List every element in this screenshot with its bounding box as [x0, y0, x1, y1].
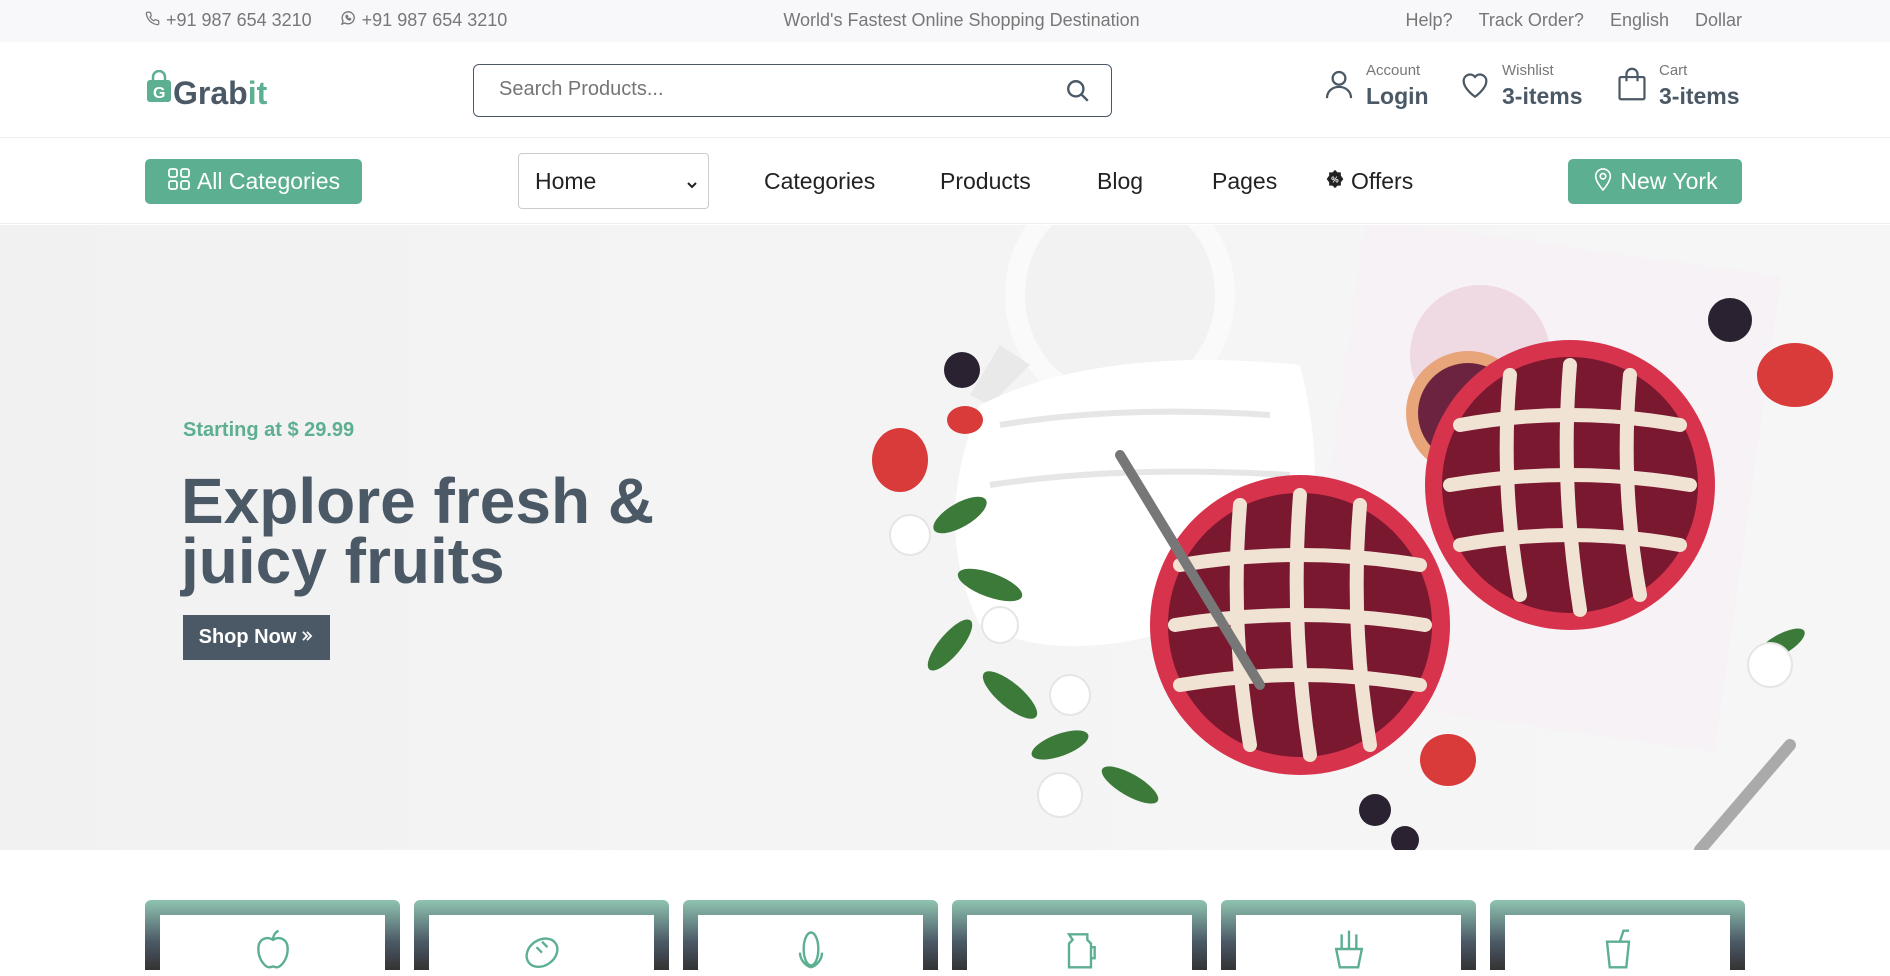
shop-now-button[interactable]: Shop Now: [183, 615, 330, 660]
category-card[interactable]: [145, 900, 400, 970]
hero-subtitle: Starting at $ 29.99: [183, 419, 355, 441]
nav-categories[interactable]: Categories: [764, 168, 875, 195]
category-card[interactable]: [1490, 900, 1745, 970]
header: G Grabit Account Login Wishlist 3-items: [0, 42, 1890, 138]
login-label: Login: [1366, 83, 1429, 109]
nav-blog[interactable]: Blog: [1097, 168, 1143, 195]
corn-icon: [785, 927, 837, 970]
logo-text-main: Grab: [173, 75, 248, 111]
language-selector[interactable]: English: [1610, 10, 1669, 31]
bread-icon: [516, 927, 568, 970]
double-chevron-right-icon: [300, 626, 314, 649]
drink-icon: [1592, 927, 1644, 970]
nav-offers[interactable]: % Offers: [1325, 168, 1413, 195]
snack-icon: [1323, 927, 1375, 970]
home-select[interactable]: Home: [518, 153, 709, 209]
wishlist-count: 3-items: [1502, 83, 1583, 109]
category-card[interactable]: [952, 900, 1207, 970]
search-box: [473, 64, 1112, 117]
chevron-down-icon: [684, 172, 700, 199]
location-pin-icon: [1592, 166, 1614, 198]
category-cards: [145, 900, 1745, 970]
track-order-link[interactable]: Track Order?: [1479, 10, 1584, 31]
location-label: New York: [1620, 168, 1718, 194]
wishlist-link[interactable]: Wishlist 3-items: [1458, 62, 1583, 110]
shop-now-label: Shop Now: [198, 626, 297, 648]
category-card[interactable]: [414, 900, 669, 970]
apple-icon: [247, 927, 299, 970]
account-label: Account: [1366, 62, 1421, 79]
nav-products[interactable]: Products: [940, 168, 1031, 195]
heart-icon: [1458, 67, 1492, 106]
account-link[interactable]: Account Login: [1322, 62, 1429, 110]
user-icon: [1322, 67, 1356, 106]
category-card[interactable]: [1221, 900, 1476, 970]
help-link[interactable]: Help?: [1406, 10, 1453, 31]
offer-badge-icon: %: [1325, 168, 1345, 195]
cart-count: 3-items: [1659, 83, 1740, 109]
shopping-bag-icon: [1615, 66, 1649, 107]
nav-offers-label: Offers: [1351, 168, 1414, 194]
wishlist-label: Wishlist: [1502, 62, 1554, 79]
cart-link[interactable]: Cart 3-items: [1615, 62, 1740, 110]
home-select-value: Home: [535, 167, 597, 194]
juice-jar-icon: [1054, 927, 1106, 970]
nav-pages[interactable]: Pages: [1212, 168, 1277, 195]
category-card[interactable]: [683, 900, 938, 970]
svg-text:G: G: [153, 85, 165, 102]
main-nav: All Categories Home Categories Products …: [0, 138, 1890, 224]
grid-icon: [167, 167, 191, 197]
all-categories-label: All Categories: [196, 168, 341, 194]
search-icon[interactable]: [1065, 78, 1091, 109]
hero-title: Explore fresh & juicy fruits: [181, 465, 655, 597]
logo-text-accent: it: [247, 75, 268, 111]
hero-banner: Starting at $ 29.99 Explore fresh & juic…: [0, 225, 1890, 850]
currency-selector[interactable]: Dollar: [1695, 10, 1742, 31]
location-button[interactable]: New York: [1568, 159, 1742, 204]
logo-bag-icon: G: [145, 69, 173, 112]
all-categories-button[interactable]: All Categories: [145, 159, 362, 204]
svg-text:%: %: [1331, 174, 1339, 184]
top-bar: +91 987 654 3210 +91 987 654 3210 World'…: [0, 0, 1890, 42]
cart-label: Cart: [1659, 62, 1688, 79]
logo[interactable]: G Grab it: [145, 69, 268, 112]
search-input[interactable]: [499, 78, 1039, 101]
